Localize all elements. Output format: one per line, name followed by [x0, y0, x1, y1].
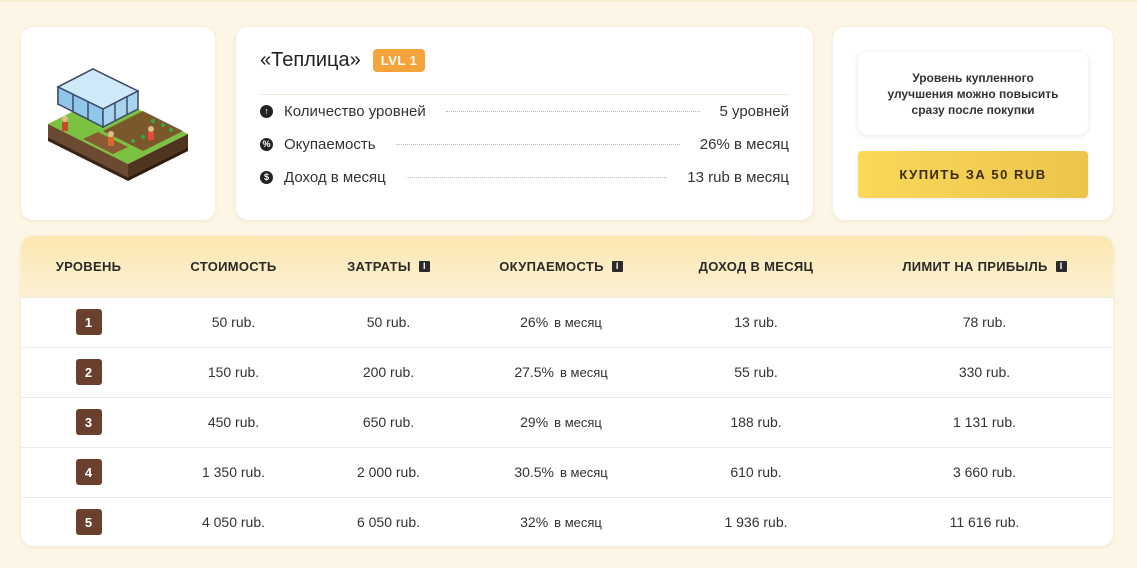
info-icon[interactable]: i [1055, 260, 1067, 272]
cell-expenses: 2 000 rub. [356, 464, 421, 480]
level-number: 4 [75, 459, 102, 485]
info-icon[interactable]: i [418, 260, 430, 272]
stat-label: Окупаемость [284, 136, 376, 153]
cell-payback: 29% в месяц [520, 414, 602, 430]
stat-value: 5 уровней [719, 103, 790, 120]
levels-table: УРОВЕНЬ СТОИМОСТЬ ЗАТРАТЫ i ОКУПАЕМОСТЬ i … [21, 236, 1113, 546]
cell-payback: 26% в месяц [520, 314, 602, 330]
stat-value: 26% в месяц [699, 136, 789, 153]
cell-expenses: 50 rub. [366, 314, 411, 330]
stat-levels-count: ↑ Количество уровней 5 уровней [260, 95, 789, 128]
dollar-icon: $ [260, 171, 273, 184]
product-title: «Теплица» [260, 49, 361, 71]
cell-expenses: 6 050 rub. [356, 514, 421, 531]
greenhouse-illustration [48, 67, 188, 181]
cell-profit-limit: 3 660 rub. [952, 464, 1017, 480]
dotted-leader [395, 144, 680, 145]
buy-button[interactable]: КУПИТЬ ЗА 50 RUB [858, 151, 1088, 198]
cell-income: 55 rub. [734, 364, 778, 380]
cell-payback: 30.5% в месяц [514, 464, 608, 480]
stat-value: 13 rub в месяц [687, 169, 789, 186]
cell-expenses: 200 rub. [362, 364, 415, 380]
cell-cost: 450 rub. [207, 414, 260, 430]
stat-label: Количество уровней [284, 103, 426, 120]
info-icon[interactable]: i [611, 260, 623, 272]
cell-cost: 1 350 rub. [201, 464, 266, 480]
cell-profit-limit: 1 131 rub. [952, 414, 1017, 430]
column-header-level: УРОВЕНЬ [55, 258, 122, 274]
table-header-row: УРОВЕНЬ СТОИМОСТЬ ЗАТРАТЫ i ОКУПАЕМОСТЬ i … [21, 236, 1113, 297]
product-image-card [21, 27, 215, 220]
cell-expenses: 650 rub. [362, 414, 415, 430]
cell-income: 13 rub. [734, 314, 778, 330]
table-row: 3 450 rub. 650 rub. 29% в месяц 188 rub. … [21, 397, 1113, 447]
level-number: 1 [75, 309, 102, 335]
column-header-profit-limit: ЛИМИТ НА ПРИБЫЛЬ i [856, 236, 1113, 297]
column-header-payback: ОКУПАЕМОСТЬ i [466, 236, 656, 297]
arrow-up-icon: ↑ [260, 105, 273, 118]
cell-profit-limit: 78 rub. [962, 314, 1007, 330]
level-number: 2 [75, 359, 102, 385]
levels-table-card: УРОВЕНЬ СТОИМОСТЬ ЗАТРАТЫ i ОКУПАЕМОСТЬ i … [21, 236, 1113, 546]
product-info-card: «Теплица» LVL 1 ↑ Количество уровней 5 у… [236, 27, 813, 220]
cell-cost: 50 rub. [211, 314, 256, 330]
column-header-cost: СТОИМОСТЬ [190, 258, 277, 274]
cell-payback: 27.5% в месяц [514, 364, 608, 380]
level-number: 3 [75, 409, 102, 435]
stat-monthly-income: $ Доход в месяц 13 rub в месяц [260, 161, 789, 194]
stat-payback: % Окупаемость 26% в месяц [260, 128, 789, 161]
dotted-leader [405, 177, 668, 178]
cell-income: 188 rub. [730, 414, 782, 430]
dotted-leader [445, 111, 700, 112]
title-row: «Теплица» LVL 1 [260, 27, 789, 95]
column-header-income: ДОХОД В МЕСЯЦ [698, 258, 814, 274]
buy-card: Уровень купленного улучшения можно повыс… [833, 27, 1113, 220]
level-badge: LVL 1 [372, 49, 426, 72]
table-row: 5 4 050 rub. 6 050 rub. 32% в месяц 1 936… [21, 497, 1113, 546]
page-background: «Теплица» LVL 1 ↑ Количество уровней 5 у… [0, 0, 1137, 568]
cell-income: 610 rub. [730, 464, 782, 480]
table-row: 1 50 rub. 50 rub. 26% в месяц 13 rub. 78 … [21, 297, 1113, 347]
cell-profit-limit: 11 616 rub. [949, 514, 1020, 531]
cell-payback: 32% в месяц [520, 514, 602, 531]
table-row: 4 1 350 rub. 2 000 rub. 30.5% в месяц 610… [21, 447, 1113, 497]
upgrade-notice: Уровень купленного улучшения можно повыс… [858, 52, 1088, 135]
cell-cost: 4 050 rub. [201, 514, 266, 531]
cell-income: 1 936 rub. [724, 514, 788, 531]
level-number: 5 [75, 509, 102, 536]
stat-label: Доход в месяц [284, 169, 386, 186]
cell-profit-limit: 330 rub. [958, 364, 1011, 380]
percent-icon: % [260, 138, 273, 151]
table-row: 2 150 rub. 200 rub. 27.5% в месяц 55 rub.… [21, 347, 1113, 397]
cell-cost: 150 rub. [207, 364, 260, 380]
column-header-expenses: ЗАТРАТЫ i [311, 236, 466, 297]
